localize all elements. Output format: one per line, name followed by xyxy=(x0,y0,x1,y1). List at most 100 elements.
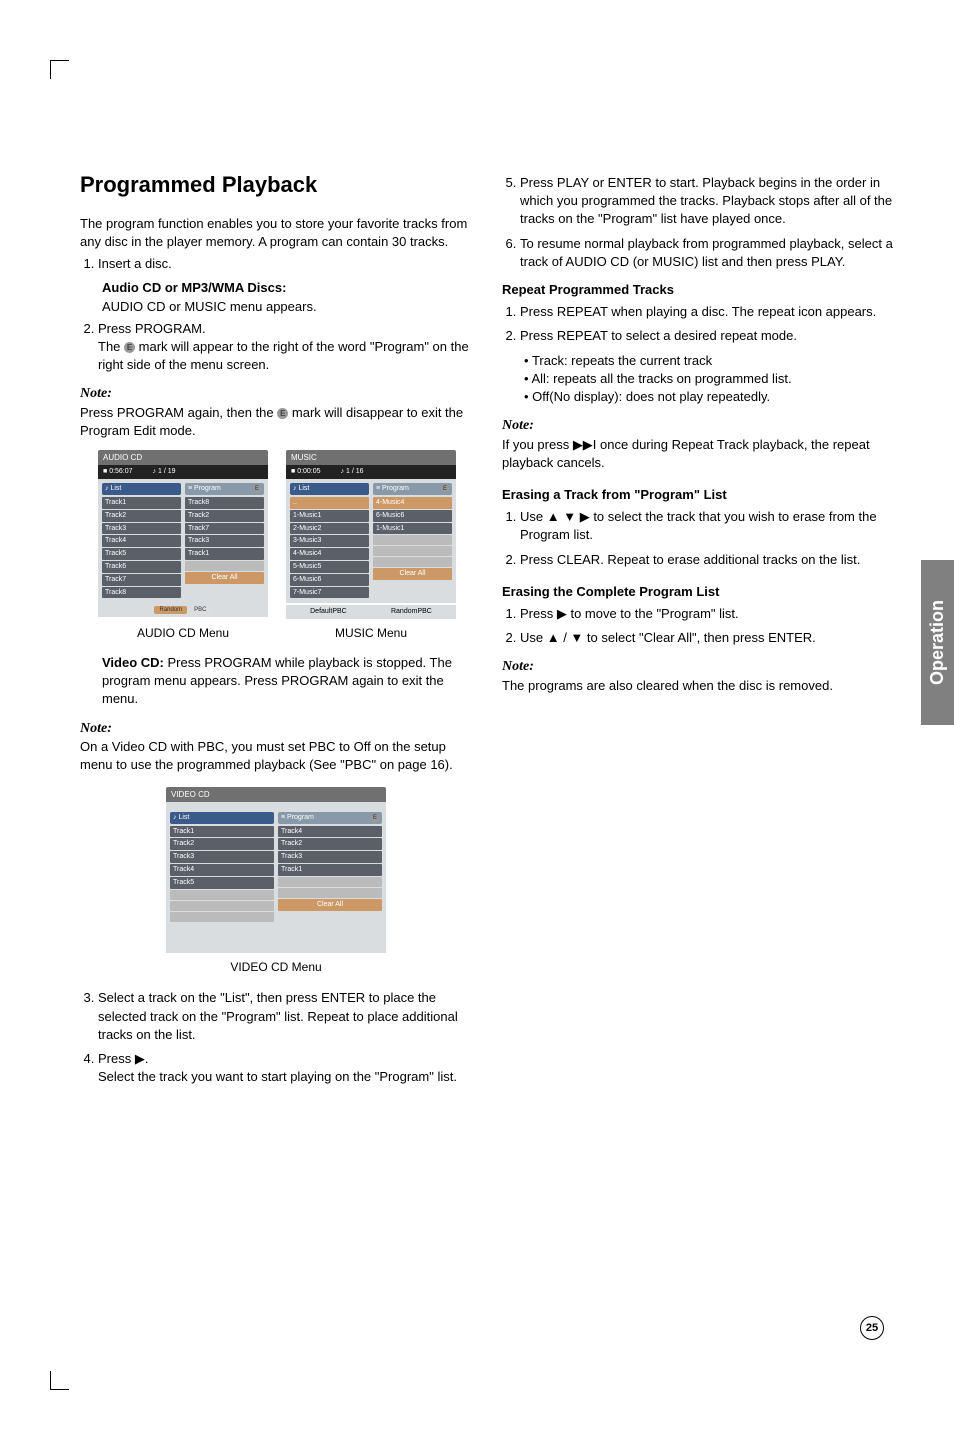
step4b: . xyxy=(145,1051,149,1066)
menu-status: ■ 0:00:05 ♪ 1 / 16 xyxy=(286,465,456,479)
clear-all: Clear All xyxy=(185,572,264,584)
clear-all: Clear All xyxy=(373,568,452,580)
list-item: Track4 xyxy=(102,535,181,547)
erase-list: Use ▲ ▼ ▶ to select the track that you w… xyxy=(520,508,894,569)
list-item: Track8 xyxy=(102,587,181,599)
list-item: Track6 xyxy=(102,561,181,573)
repeat-2: Press REPEAT to select a desired repeat … xyxy=(520,327,894,345)
list-item: 4-Music4 xyxy=(290,548,369,560)
list-item: 2-Music2 xyxy=(290,523,369,535)
bullet-1: Track: repeats the current track xyxy=(524,352,894,370)
list-item: 1-Music1 xyxy=(290,510,369,522)
prog-blank xyxy=(185,561,264,571)
prog-item: 6-Music6 xyxy=(373,510,452,522)
prog-item: Track2 xyxy=(185,510,264,522)
list-head: ♪ List xyxy=(290,483,369,495)
prog-col: ≡ ProgramE Track8 Track2 Track7 Track3 T… xyxy=(185,483,264,599)
audio-cd-menu: AUDIO CD ■ 0:56:07 ♪ 1 / 19 ♪ List Track… xyxy=(98,450,268,619)
note-label-4: Note: xyxy=(502,657,894,677)
list-col: ♪ List .. 1-Music1 2-Music2 3-Music3 4-M… xyxy=(290,483,369,599)
repeat-bullets: Track: repeats the current track All: re… xyxy=(524,352,894,407)
page-title: Programmed Playback xyxy=(80,170,472,201)
status-time: ■ 0:56:07 xyxy=(103,467,133,477)
erase-all-header: Erasing the Complete Program List xyxy=(502,583,894,601)
prog-item: 4-Music4 xyxy=(373,497,452,509)
list-item: Track1 xyxy=(170,826,274,838)
list-item: 7-Music7 xyxy=(290,587,369,599)
list-head: ♪ List xyxy=(170,812,274,824)
list-item: .. xyxy=(290,497,369,509)
prog-blank xyxy=(373,557,452,567)
foot-btn: Random xyxy=(154,606,187,614)
crop-mark-bl xyxy=(50,1371,69,1390)
menu-foot: DefaultPBC RandomPBC xyxy=(286,605,456,619)
status-track: ♪ 1 / 19 xyxy=(153,467,176,477)
note-4: The programs are also cleared when the d… xyxy=(502,677,894,695)
step-3: Select a track on the "List", then press… xyxy=(98,989,472,1044)
steps-list-3: Select a track on the "List", then press… xyxy=(98,989,472,1086)
step-5: Press PLAY or ENTER to start. Playback b… xyxy=(520,174,894,229)
note-3: If you press ▶▶I once during Repeat Trac… xyxy=(502,436,894,472)
foot-btn: Default xyxy=(310,608,332,615)
status-track: ♪ 1 / 16 xyxy=(341,467,364,477)
video-cd-menu: VIDEO CD ♪ List Track1 Track2 Track3 Tra… xyxy=(166,787,386,953)
list-item: Track2 xyxy=(170,838,274,850)
list-head: ♪ List xyxy=(102,483,181,495)
list-item: Track5 xyxy=(170,877,274,889)
prog-head: ≡ ProgramE xyxy=(373,483,452,495)
list-item: Track2 xyxy=(102,510,181,522)
repeat-list: Press REPEAT when playing a disc. The re… xyxy=(520,303,894,345)
music-menu: MUSIC ■ 0:00:05 ♪ 1 / 16 ♪ List .. 1-Mus… xyxy=(286,450,456,619)
prog-item: Track3 xyxy=(185,535,264,547)
prog-item: Track2 xyxy=(278,838,382,850)
list-blank xyxy=(170,890,274,900)
erase1a: Use xyxy=(520,509,547,524)
step-1: Insert a disc. xyxy=(98,255,472,273)
prog-item: Track1 xyxy=(278,864,382,876)
menu-foot xyxy=(166,927,386,953)
list-blank xyxy=(170,912,274,922)
prog-head: ≡ ProgramE xyxy=(185,483,264,495)
step4a: Press xyxy=(98,1051,135,1066)
right-arrow-icon: ▶ xyxy=(135,1051,145,1066)
foot-btn: PBC xyxy=(332,608,346,615)
note-2: On a Video CD with PBC, you must set PBC… xyxy=(80,738,472,774)
note-label-3: Note: xyxy=(502,416,894,436)
list-item: 5-Music5 xyxy=(290,561,369,573)
step-2: Press PROGRAM. The E mark will appear to… xyxy=(98,320,472,375)
menu-title: VIDEO CD xyxy=(166,787,386,802)
bullet-2: All: repeats all the tracks on programme… xyxy=(524,370,894,388)
list-item: 6-Music6 xyxy=(290,574,369,586)
ea1a: Press xyxy=(520,606,557,621)
list-item: Track3 xyxy=(102,523,181,535)
right-arrow-icon: ▶ xyxy=(557,606,567,621)
step-2-label: Press PROGRAM. xyxy=(98,321,206,336)
page: Operation 25 Programmed Playback The pro… xyxy=(0,0,954,1430)
status-time: ■ 0:00:05 xyxy=(291,467,321,477)
prog-blank xyxy=(373,546,452,556)
prog-item: 1-Music1 xyxy=(373,523,452,535)
erase-all-list: Press ▶ to move to the "Program" list. U… xyxy=(520,605,894,647)
program-mark-icon-2: E xyxy=(277,408,288,419)
audio-header: Audio CD or MP3/WMA Discs: xyxy=(102,279,472,297)
audio-line: AUDIO CD or MUSIC menu appears. xyxy=(102,298,472,316)
step-6: To resume normal playback from programme… xyxy=(520,235,894,271)
repeat-header: Repeat Programmed Tracks xyxy=(502,281,894,299)
e-mark-icon: E xyxy=(253,485,261,493)
note1a: Press PROGRAM again, then the xyxy=(80,405,277,420)
note-label-1: Note: xyxy=(80,384,472,404)
foot-btn: PBC xyxy=(189,606,211,614)
menu-foot: RandomPBC xyxy=(98,603,268,617)
step-2b: mark will appear to the right of the wor… xyxy=(98,339,469,372)
menu-title: AUDIO CD xyxy=(98,450,268,465)
caption-video: VIDEO CD Menu xyxy=(80,959,472,976)
note-1: Press PROGRAM again, then the E mark wil… xyxy=(80,404,472,440)
erase-1: Use ▲ ▼ ▶ to select the track that you w… xyxy=(520,508,894,544)
content-columns: Programmed Playback The program function… xyxy=(80,170,894,1092)
left-column: Programmed Playback The program function… xyxy=(80,170,472,1092)
caption-music: MUSIC Menu xyxy=(286,625,456,642)
list-item: Track4 xyxy=(170,864,274,876)
erase-all-1: Press ▶ to move to the "Program" list. xyxy=(520,605,894,623)
step4c: Select the track you want to start playi… xyxy=(98,1069,457,1084)
e-mark-icon: E xyxy=(371,814,379,822)
